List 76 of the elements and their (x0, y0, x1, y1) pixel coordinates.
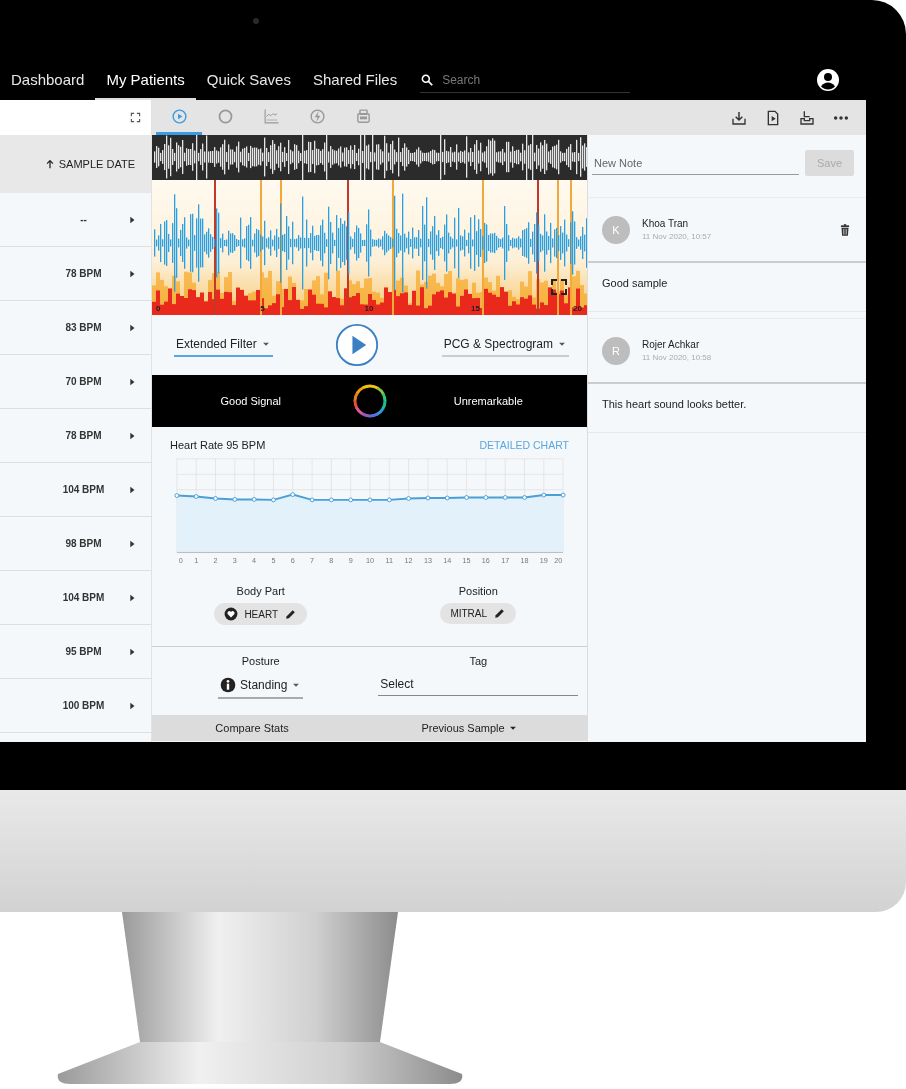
caret-right-icon[interactable] (127, 430, 137, 441)
compare-label: Compare Stats (215, 722, 289, 734)
heart-rate-title: Heart Rate 95 BPM (170, 439, 266, 451)
info-icon (220, 677, 237, 693)
heart-rate-cell-text: 78 BPM (64, 268, 103, 279)
nav-tab[interactable]: Shared Files (301, 60, 409, 100)
axis-label: 20 (573, 304, 582, 313)
trash-icon[interactable] (838, 222, 852, 237)
note-text: This heart sound looks better. (588, 384, 866, 433)
nav-tab[interactable]: Quick Saves (195, 60, 302, 100)
search-field[interactable]: Search (440, 71, 625, 88)
column-header-label: SAMPLE DATE (58, 158, 135, 170)
caret-right-icon[interactable] (127, 322, 137, 333)
note-time: 11 Nov 2020, 10:57 (642, 232, 713, 241)
patient-row[interactable]: 83 BPM (0, 301, 151, 355)
signal-quality: Good Signal (219, 395, 282, 407)
patient-row[interactable]: 100 BPM (0, 679, 151, 733)
camera-dot (253, 18, 259, 24)
body-part-chip[interactable]: HEART (214, 603, 308, 625)
expand-icon[interactable] (551, 279, 567, 295)
search-icon[interactable] (420, 72, 435, 87)
pencil-icon[interactable] (493, 607, 507, 620)
new-note-field[interactable]: New Note (592, 151, 799, 175)
posture-dropdown[interactable]: Standing (218, 673, 304, 699)
caret-right-icon[interactable] (127, 484, 137, 495)
heart-rate-cell-text: 78 BPM (64, 430, 103, 441)
patient-row[interactable]: 78 BPM (0, 247, 151, 301)
caret-right-icon[interactable] (127, 268, 137, 279)
note-author: Rojer Achkar (642, 339, 701, 350)
caret-right-icon[interactable] (127, 592, 137, 603)
field-label: Posture (241, 655, 280, 667)
position-chip[interactable]: MITRAL (440, 603, 517, 624)
patient-row[interactable]: 70 BPM (0, 355, 151, 409)
signal-finding: Unremarkable (452, 395, 524, 407)
axis-label: 5 (260, 304, 265, 313)
axis-label: 15 (471, 304, 480, 313)
note-author: Khoa Tran (642, 218, 690, 229)
heart-rate-cell-text: 100 BPM (61, 700, 106, 711)
heart-rate-cell-text: 104 BPM (61, 592, 106, 603)
caret-right-icon[interactable] (127, 646, 137, 657)
caret-right-icon[interactable] (127, 538, 137, 549)
note-text: Good sample (588, 263, 866, 312)
axis-label: 10 (364, 304, 374, 313)
tag-select[interactable]: Select (378, 673, 579, 696)
user-icon[interactable] (816, 68, 840, 92)
compare-dropdown[interactable]: Previous Sample (415, 721, 524, 735)
filter-dropdown[interactable]: Extended Filter (174, 333, 273, 357)
field-label: Tag (469, 655, 488, 667)
caret-right-icon[interactable] (127, 376, 137, 387)
patient-row[interactable]: 98 BPM (0, 517, 151, 571)
field-label: Body Part (236, 585, 285, 597)
axis-label: 0 (156, 304, 161, 313)
pencil-icon[interactable] (284, 607, 298, 621)
view-dropdown[interactable]: PCG & Spectrogram (441, 333, 569, 357)
heart-rate-cell-text: 83 BPM (64, 322, 103, 333)
nav-tab[interactable]: Dashboard (0, 60, 96, 100)
expand-icon[interactable] (130, 112, 141, 123)
heart-rate-cell-text: -- (79, 214, 88, 225)
heart-rate-cell-text: 95 BPM (64, 646, 103, 657)
patient-row[interactable]: 104 BPM (0, 571, 151, 625)
heart-rate-cell-text: 104 BPM (61, 484, 106, 495)
patient-row[interactable]: 104 BPM (0, 463, 151, 517)
field-label: Position (458, 585, 498, 597)
caret-right-icon[interactable] (127, 700, 137, 711)
patient-row[interactable]: -- (0, 193, 151, 247)
arrow-up-icon (44, 159, 55, 169)
patient-row[interactable]: 78 BPM (0, 409, 151, 463)
avatar: K (602, 215, 630, 244)
column-header[interactable]: SAMPLE DATE (0, 135, 151, 193)
note-time: 11 Nov 2020, 10:58 (642, 353, 713, 362)
heart-rate-cell-text: 98 BPM (64, 538, 103, 549)
patient-row[interactable]: 95 BPM (0, 625, 151, 679)
heart-rate-cell-text: 70 BPM (64, 376, 103, 387)
avatar: R (602, 336, 630, 365)
play-button[interactable] (335, 323, 380, 367)
caret-right-icon[interactable] (127, 214, 137, 225)
